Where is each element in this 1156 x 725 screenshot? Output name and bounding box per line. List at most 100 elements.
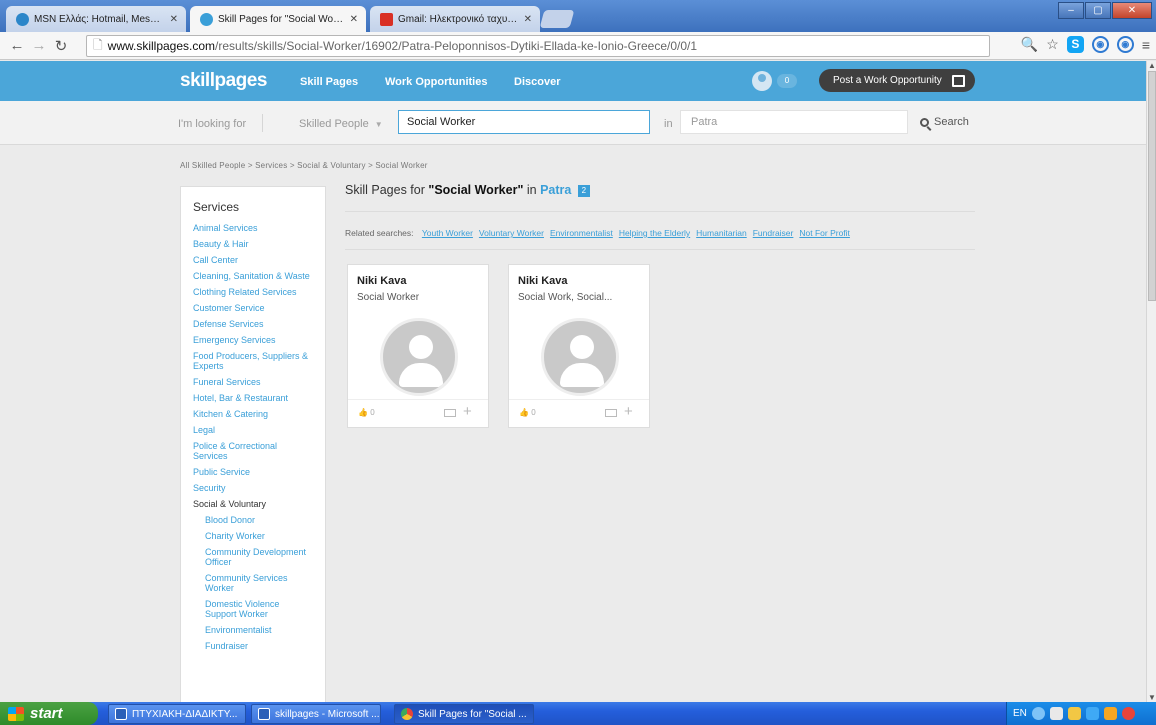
user-avatar-icon[interactable] <box>752 71 772 91</box>
language-indicator[interactable]: EN <box>1013 708 1027 719</box>
tray-app-icon[interactable] <box>1085 707 1099 720</box>
nav-discover[interactable]: Discover <box>514 76 560 88</box>
back-arrow-icon[interactable]: ← <box>6 37 28 54</box>
sidebar-subitem[interactable]: Charity Worker <box>193 531 313 541</box>
site-header: skillpages Skill Pages Work Opportunitie… <box>0 61 1146 101</box>
close-tab-icon[interactable]: ✕ <box>524 14 532 25</box>
site-logo[interactable]: skillpages <box>180 70 267 92</box>
like-count[interactable]: 👍 0 <box>358 408 375 417</box>
sidebar-item[interactable]: Security <box>193 483 313 493</box>
gmail-favicon-icon <box>380 12 393 26</box>
profile-avatar-icon[interactable] <box>541 318 619 396</box>
nav-skill-pages[interactable]: Skill Pages <box>300 76 358 88</box>
sidebar-item[interactable]: Cleaning, Sanitation & Waste <box>193 271 313 281</box>
tray-expand-icon[interactable] <box>1031 707 1045 720</box>
sidebar-item[interactable]: Animal Services <box>193 223 313 233</box>
profile-card[interactable]: Niki Kava Social Worker 👍 0 + <box>347 264 489 428</box>
related-search-link[interactable]: Not For Profit <box>799 228 850 238</box>
toolbar-actions: 🔍 ☆ S ◉ ◉ ≡ <box>1021 36 1150 53</box>
sidebar-subitem[interactable]: Blood Donor <box>193 515 313 525</box>
tray-app-icon[interactable] <box>1103 707 1117 720</box>
tab-skillpages[interactable]: Skill Pages for "Social Worker ✕ <box>190 6 366 32</box>
profile-name[interactable]: Niki Kava <box>357 275 407 287</box>
address-bar[interactable]: 🗋 www.skillpages.com/results/skills/Soci… <box>86 35 990 57</box>
related-search-link[interactable]: Voluntary Worker <box>479 228 544 238</box>
nav-work-opportunities[interactable]: Work Opportunities <box>385 76 487 88</box>
sidebar-item[interactable]: Public Service <box>193 467 313 477</box>
new-tab-button[interactable] <box>539 10 575 28</box>
skype-extension-icon[interactable]: S <box>1066 36 1084 53</box>
sidebar-item[interactable]: Hotel, Bar & Restaurant <box>193 393 313 403</box>
close-tab-icon[interactable]: ✕ <box>170 14 178 25</box>
close-tab-icon[interactable]: ✕ <box>350 14 358 25</box>
card-footer: 👍 0 + <box>348 399 488 427</box>
scrollbar-thumb[interactable] <box>1148 71 1156 301</box>
sidebar-item[interactable]: Food Producers, Suppliers & Experts <box>193 351 313 371</box>
taskbar-item[interactable]: skillpages - Microsoft ... <box>251 704 381 724</box>
zoom-magnifier-icon[interactable]: 🔍 <box>1021 36 1038 53</box>
sidebar-item[interactable]: Funeral Services <box>193 377 313 387</box>
page-scrollbar[interactable]: ▲ ▼ <box>1146 61 1156 702</box>
results-prefix: Skill Pages for <box>345 183 425 197</box>
in-label: in <box>664 118 673 130</box>
profile-card[interactable]: Niki Kava Social Work, Social... 👍 0 + <box>508 264 650 428</box>
message-icon[interactable] <box>444 409 456 417</box>
post-work-opportunity-button[interactable]: Post a Work Opportunity <box>819 69 975 92</box>
breadcrumb[interactable]: All Skilled People > Services > Social &… <box>180 161 428 170</box>
scroll-up-icon[interactable]: ▲ <box>1147 61 1156 70</box>
tray-app-icon[interactable] <box>1067 707 1081 720</box>
search-button[interactable]: Search <box>918 110 978 134</box>
notification-count[interactable]: 0 <box>777 74 797 88</box>
extension-icon[interactable]: ◉ <box>1116 36 1134 53</box>
sidebar-subitem[interactable]: Fundraiser <box>193 641 313 651</box>
sidebar-subitem[interactable]: Domestic Violence Support Worker <box>193 599 313 619</box>
divider <box>345 249 975 250</box>
like-count[interactable]: 👍 0 <box>519 408 536 417</box>
results-city-link[interactable]: Patra <box>540 183 571 197</box>
sidebar-item[interactable]: Call Center <box>193 255 313 265</box>
taskbar-item-label: skillpages - Microsoft ... <box>275 708 380 720</box>
scroll-down-icon[interactable]: ▼ <box>1147 693 1156 702</box>
location-input[interactable]: Patra <box>680 110 908 134</box>
sidebar-item[interactable]: Legal <box>193 425 313 435</box>
related-search-link[interactable]: Youth Worker <box>422 228 473 238</box>
reload-icon[interactable]: ↻ <box>50 37 72 55</box>
forward-arrow-icon[interactable]: → <box>28 37 50 54</box>
add-contact-icon[interactable]: + <box>463 403 472 420</box>
sidebar-item[interactable]: Defense Services <box>193 319 313 329</box>
sidebar-item[interactable]: Kitchen & Catering <box>193 409 313 419</box>
related-search-link[interactable]: Helping the Elderly <box>619 228 690 238</box>
menu-icon[interactable]: ≡ <box>1142 37 1150 53</box>
category-select[interactable]: Skilled People ▼ <box>299 118 383 130</box>
bookmark-star-icon[interactable]: ☆ <box>1046 36 1059 53</box>
extension-icon[interactable]: ◉ <box>1091 36 1109 53</box>
minimize-button[interactable]: – <box>1058 2 1084 19</box>
related-search-link[interactable]: Fundraiser <box>753 228 794 238</box>
taskbar-item[interactable]: ΠΤΥΧΙΑΚΗ-ΔΙΑΔΙΚΤΥ... <box>108 704 246 724</box>
sidebar-subitem[interactable]: Community Development Officer <box>193 547 313 567</box>
sidebar-subitem[interactable]: Environmentalist <box>193 625 313 635</box>
profile-name[interactable]: Niki Kava <box>518 275 568 287</box>
related-search-link[interactable]: Environmentalist <box>550 228 613 238</box>
message-icon[interactable] <box>605 409 617 417</box>
profile-role: Social Work, Social... <box>518 292 613 303</box>
sidebar-item[interactable]: Social & Voluntary <box>193 499 313 509</box>
sidebar-item[interactable]: Customer Service <box>193 303 313 313</box>
sidebar-item[interactable]: Emergency Services <box>193 335 313 345</box>
taskbar-item[interactable]: Skill Pages for "Social ... <box>394 704 534 724</box>
sidebar-item[interactable]: Police & Correctional Services <box>193 441 313 461</box>
tab-gmail[interactable]: Gmail: Ηλεκτρονικό ταχυδρο ✕ <box>370 6 540 32</box>
profile-avatar-icon[interactable] <box>380 318 458 396</box>
tab-msn[interactable]: MSN Ελλάς: Hotmail, Messen ✕ <box>6 6 186 32</box>
close-window-button[interactable]: ✕ <box>1112 2 1152 19</box>
maximize-button[interactable]: ▢ <box>1085 2 1111 19</box>
search-query-input[interactable]: Social Worker <box>398 110 650 134</box>
sidebar-item[interactable]: Clothing Related Services <box>193 287 313 297</box>
sidebar-item[interactable]: Beauty & Hair <box>193 239 313 249</box>
start-button[interactable]: start <box>0 702 98 725</box>
related-search-link[interactable]: Humanitarian <box>696 228 747 238</box>
add-contact-icon[interactable]: + <box>624 403 633 420</box>
volume-icon[interactable] <box>1049 707 1063 720</box>
sidebar-subitem[interactable]: Community Services Worker <box>193 573 313 593</box>
alert-icon[interactable] <box>1121 707 1135 720</box>
